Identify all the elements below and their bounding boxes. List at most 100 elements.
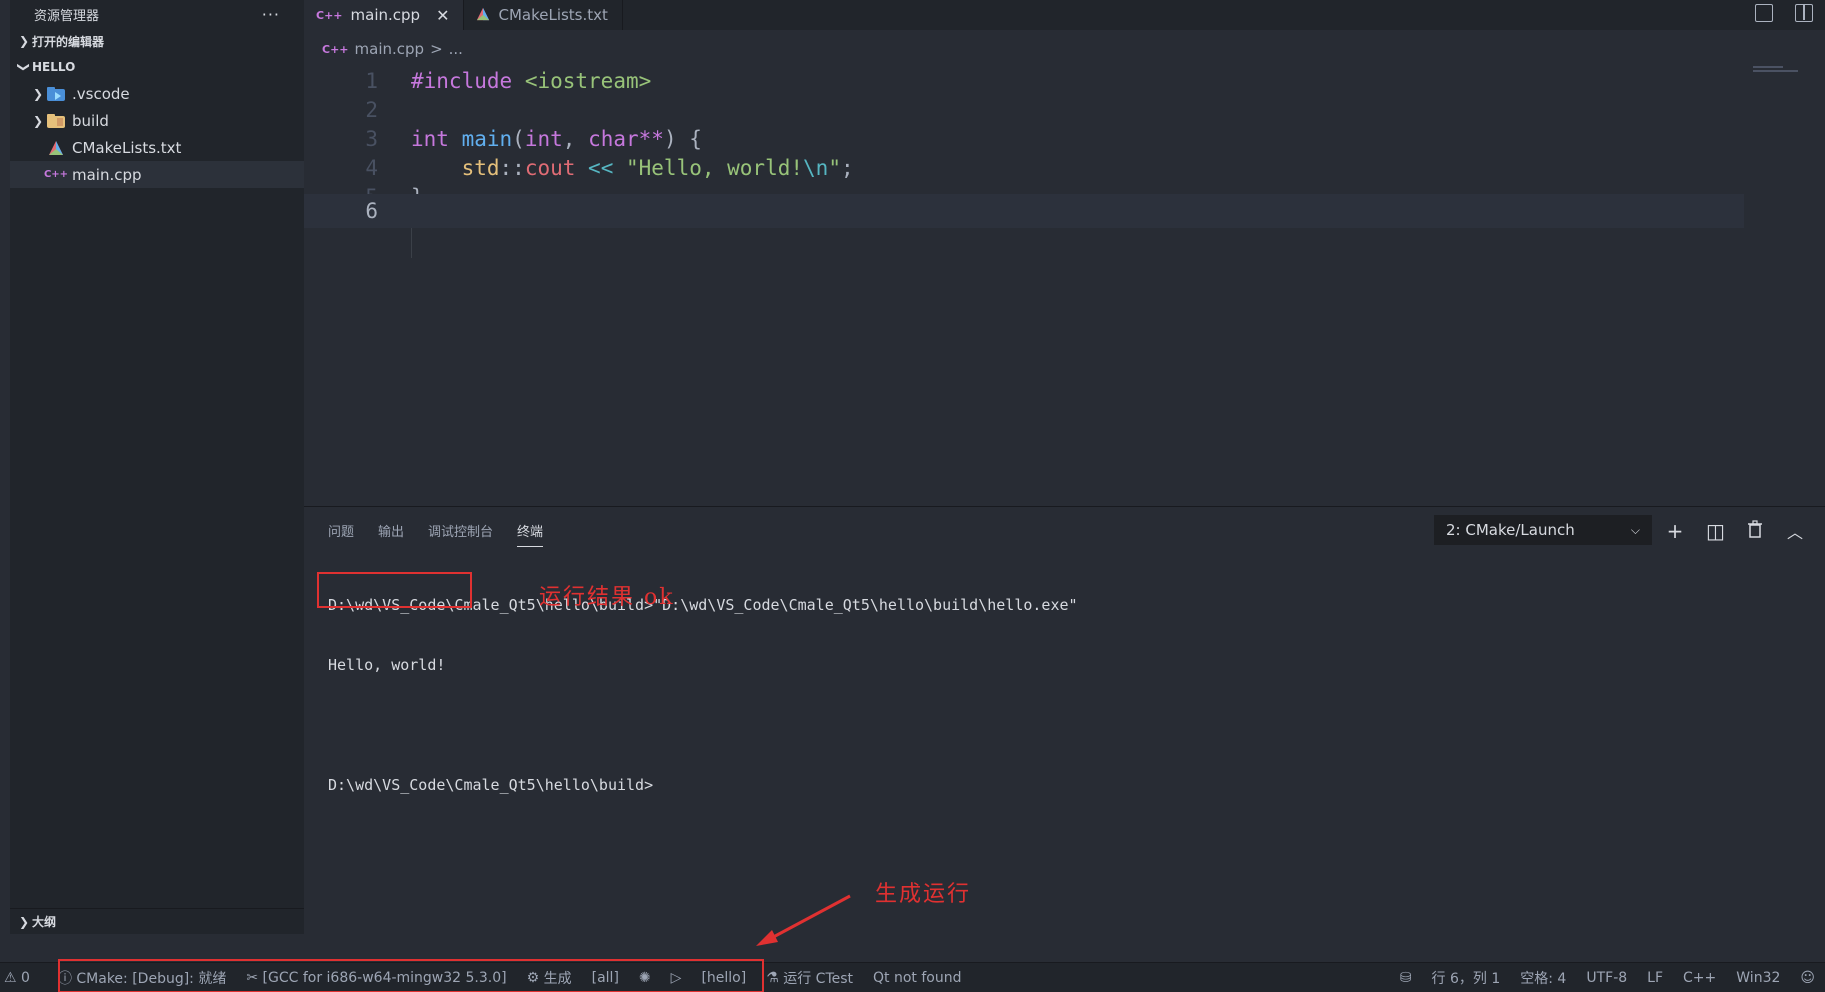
ctest-label: 运行 CTest — [783, 970, 854, 987]
chevron-right-icon: > — [430, 40, 443, 58]
line-number: 3 — [365, 127, 378, 151]
tab-cmakelists[interactable]: CMakeLists.txt — [464, 0, 623, 30]
tree-item-build[interactable]: ❯ build — [10, 107, 304, 134]
tab-debug-console[interactable]: 调试控制台 — [428, 521, 493, 547]
chevron-right-icon: ❯ — [32, 113, 44, 128]
close-icon[interactable]: ✕ — [436, 6, 449, 25]
problems-status[interactable]: ⚠ 0 — [0, 970, 40, 986]
build-run-annotation: 生成运行 — [875, 882, 972, 907]
flask-icon: ⚗ — [766, 969, 779, 986]
trash-icon[interactable] — [1746, 519, 1764, 543]
folder-section-hello[interactable]: ❯ HELLO — [10, 54, 304, 80]
person-icon: ☺ — [1800, 970, 1815, 986]
open-editors-section[interactable]: ❯ 打开的编辑器 — [10, 28, 304, 54]
database-status[interactable]: ⛁ — [1390, 970, 1422, 986]
code-text: int main(int, char**) { — [411, 127, 702, 151]
terminal-select[interactable]: 2: CMake/Launch ⌵ — [1434, 515, 1652, 545]
encoding[interactable]: UTF-8 — [1576, 970, 1637, 986]
open-editors-label: 打开的编辑器 — [32, 34, 105, 49]
tab-problems[interactable]: 问题 — [328, 521, 354, 547]
tab-output[interactable]: 输出 — [378, 521, 404, 547]
cmake-icon — [46, 140, 66, 156]
breadcrumb: C++ main.cpp > ... — [322, 38, 463, 60]
status-bar-right: ⛁ 行 6，列 1 空格: 4 UTF-8 LF C++ Win32 ☺ — [1390, 963, 1825, 992]
current-line: 6 — [304, 194, 1744, 228]
explorer-title: 资源管理器 — [34, 8, 100, 24]
chevron-right-icon: ❯ — [32, 86, 44, 101]
tab-label: CMakeLists.txt — [498, 6, 608, 24]
status-bar: ⚠ 0 ⓘ CMake: [Debug]: 就绪 ✂ [GCC for i686… — [0, 959, 1825, 992]
terminal-line: D:\wd\VS_Code\Cmale_Qt5\hello\build> — [328, 776, 654, 794]
line-number: 1 — [365, 69, 378, 93]
vscode-folder-icon — [46, 86, 66, 102]
activity-gutter — [0, 0, 10, 962]
chevron-down-icon: ❯ — [17, 61, 31, 73]
language-label: C++ — [1683, 970, 1717, 986]
platform-label: Win32 — [1736, 970, 1781, 986]
split-editor-icon[interactable] — [1795, 4, 1813, 22]
explorer-header: 资源管理器 ··· — [10, 0, 304, 28]
cursor-position[interactable]: 行 6，列 1 — [1422, 968, 1511, 988]
panel-tabs: 问题 输出 调试控制台 终端 — [328, 521, 544, 547]
vscode-window: 资源管理器 ··· ❯ 打开的编辑器 ❯ HELLO ❯ .vscode ❯ b… — [0, 0, 1825, 992]
chevron-right-icon: ❯ — [18, 914, 30, 929]
tab-main-cpp[interactable]: C++ main.cpp ✕ — [304, 0, 465, 30]
line-ending[interactable]: LF — [1637, 970, 1673, 986]
warning-count: 0 — [21, 969, 30, 986]
tree-item-label: build — [72, 111, 109, 130]
language-mode[interactable]: C++ — [1673, 970, 1726, 986]
ctest-button[interactable]: ⚗ 运行 CTest — [756, 968, 863, 988]
explorer-sidebar: 资源管理器 ··· ❯ 打开的编辑器 ❯ HELLO ❯ .vscode ❯ b… — [10, 0, 304, 934]
tree-item-cmakelists[interactable]: CMakeLists.txt — [10, 134, 304, 161]
code-text: std::cout << "Hello, world!\n"; — [461, 156, 854, 180]
tree-item-main-cpp[interactable]: C++ main.cpp — [10, 161, 304, 188]
outline-section[interactable]: ❯ 大纲 — [10, 908, 304, 934]
terminal-line: Hello, world! — [328, 656, 446, 674]
qt-label: Qt not found — [873, 969, 962, 986]
tree-item-label: main.cpp — [72, 165, 142, 184]
indentation[interactable]: 空格: 4 — [1510, 968, 1576, 988]
database-icon: ⛁ — [1399, 970, 1412, 986]
tab-terminal[interactable]: 终端 — [517, 521, 544, 547]
editor-tab-bar: C++ main.cpp ✕ CMakeLists.txt — [304, 0, 1825, 30]
terminal-select-value: 2: CMake/Launch — [1446, 521, 1575, 539]
indentation-label: 空格: 4 — [1520, 971, 1567, 987]
line-number: 4 — [365, 156, 378, 180]
cpp-file-icon: C++ — [322, 42, 349, 56]
qt-status[interactable]: Qt not found — [863, 970, 971, 986]
more-actions-icon[interactable]: ··· — [262, 5, 280, 24]
split-terminal-icon[interactable]: ◫ — [1706, 519, 1725, 543]
editor-actions — [1755, 4, 1813, 22]
chevron-right-icon: ❯ — [18, 34, 30, 48]
result-annotation: 运行结果 ok — [539, 585, 675, 610]
new-terminal-icon[interactable]: + — [1666, 519, 1684, 543]
maximize-panel-icon[interactable]: ︿ — [1786, 519, 1804, 543]
folder-label: HELLO — [32, 60, 76, 74]
breadcrumb-file[interactable]: main.cpp — [355, 40, 425, 58]
folder-icon — [46, 113, 66, 129]
breadcrumb-symbol[interactable]: ... — [449, 40, 463, 58]
panel-actions: + ◫ ︿ — [1666, 519, 1804, 543]
cpp-file-icon: C++ — [43, 169, 69, 180]
code-text: #include <iostream> — [411, 69, 652, 93]
bottom-panel: 问题 输出 调试控制台 终端 2: CMake/Launch ⌵ + ◫ ︿ D… — [304, 506, 1825, 962]
cursor-position-label: 行 6，列 1 — [1431, 971, 1501, 987]
feedback-button[interactable]: ☺ — [1790, 970, 1825, 986]
cpp-file-icon: C++ — [316, 8, 343, 22]
indent-guide — [411, 224, 412, 258]
outline-label: 大纲 — [32, 915, 57, 929]
line-number: 2 — [365, 98, 378, 122]
open-changes-icon[interactable] — [1755, 4, 1773, 22]
chevron-down-icon: ⌵ — [1630, 522, 1640, 537]
encoding-label: UTF-8 — [1586, 970, 1628, 986]
tab-label: main.cpp — [350, 6, 421, 24]
warning-icon: ⚠ — [4, 969, 17, 986]
platform[interactable]: Win32 — [1726, 970, 1790, 986]
line-ending-label: LF — [1647, 970, 1664, 986]
code-editor[interactable]: 1 #include <iostream> 2 3 int main(int, … — [304, 64, 1825, 506]
tree-item-label: CMakeLists.txt — [72, 138, 182, 157]
build-run-highlight-box — [58, 959, 764, 992]
tree-item-vscode[interactable]: ❯ .vscode — [10, 80, 304, 107]
line-number: 6 — [365, 199, 378, 223]
